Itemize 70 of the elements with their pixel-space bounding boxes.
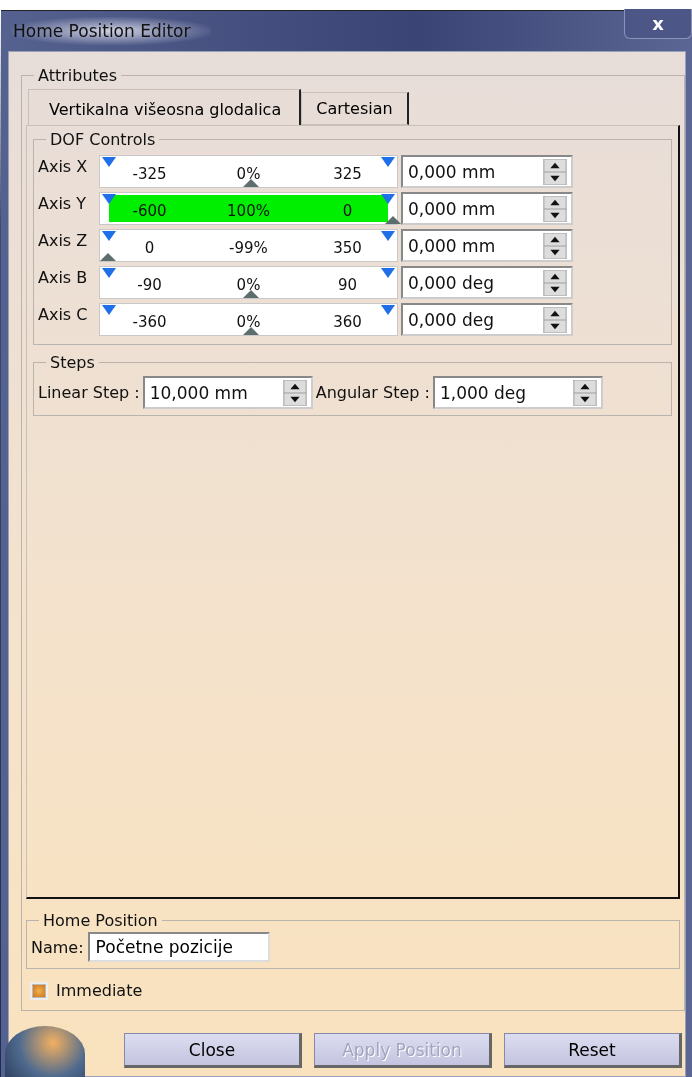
percent-value: 0% bbox=[235, 313, 262, 331]
group-title: Steps bbox=[49, 353, 96, 372]
max-marker-icon bbox=[381, 268, 395, 278]
tab[interactable]: Vertikalna višeosna glodalica bbox=[28, 89, 302, 125]
min-marker-icon bbox=[102, 231, 116, 241]
min-value: -600 bbox=[131, 202, 168, 220]
value-spinner[interactable]: 0,000 mm bbox=[401, 192, 573, 225]
min-marker-icon bbox=[102, 194, 116, 204]
tab[interactable]: Cartesian bbox=[301, 92, 409, 125]
percent-value: 100% bbox=[226, 202, 271, 220]
spin-arrows-icon[interactable] bbox=[282, 379, 307, 406]
slider-thumb-icon[interactable] bbox=[385, 216, 401, 224]
max-value: 90 bbox=[336, 276, 359, 294]
linear-step-spinner[interactable]: 10,000 mm bbox=[142, 376, 313, 409]
value-spinner[interactable]: 0,000 deg bbox=[401, 303, 573, 336]
min-value: -325 bbox=[131, 165, 168, 183]
linear-step-label: Linear Step : bbox=[38, 383, 140, 402]
max-marker-icon bbox=[381, 194, 395, 204]
max-marker-icon bbox=[381, 157, 395, 167]
spin-arrows-icon[interactable] bbox=[543, 195, 567, 222]
axis-slider[interactable]: 0 -99% 350 bbox=[99, 229, 398, 262]
percent-value: 0% bbox=[235, 276, 262, 294]
spin-arrows-icon[interactable] bbox=[543, 232, 567, 259]
min-value: -90 bbox=[136, 276, 163, 294]
max-value: 360 bbox=[332, 313, 363, 331]
axis-slider[interactable]: -600 100% 0 bbox=[99, 192, 398, 225]
min-value: -360 bbox=[131, 313, 168, 331]
axis-label: Axis B bbox=[38, 268, 89, 287]
min-marker-icon bbox=[102, 305, 116, 315]
spin-arrows-icon[interactable] bbox=[543, 269, 567, 296]
max-value: 0 bbox=[341, 202, 354, 220]
group-title: Home Position bbox=[42, 911, 159, 930]
axis-slider[interactable]: -90 0% 90 bbox=[99, 266, 398, 299]
max-value: 325 bbox=[332, 165, 363, 183]
axis-label: Axis Z bbox=[38, 231, 89, 250]
spin-arrows-icon[interactable] bbox=[572, 379, 597, 406]
angular-step-spinner[interactable]: 1,000 deg bbox=[432, 376, 603, 409]
dialog-button[interactable]: Reset bbox=[504, 1033, 682, 1068]
axis-slider[interactable]: -360 0% 360 bbox=[99, 303, 398, 336]
percent-value: -99% bbox=[228, 239, 269, 257]
dialog-button[interactable]: Close bbox=[124, 1033, 302, 1068]
min-marker-icon bbox=[102, 157, 116, 167]
percent-value: 0% bbox=[235, 165, 262, 183]
spin-arrows-icon[interactable] bbox=[543, 306, 567, 333]
immediate-checkbox[interactable] bbox=[30, 981, 48, 1000]
spin-arrows-icon[interactable] bbox=[543, 158, 567, 185]
min-marker-icon bbox=[102, 268, 116, 278]
slider-thumb-icon[interactable] bbox=[242, 290, 259, 298]
max-value: 350 bbox=[332, 239, 363, 257]
angular-step-label: Angular Step : bbox=[315, 383, 430, 402]
value-spinner[interactable]: 0,000 mm bbox=[401, 229, 573, 262]
min-value: 0 bbox=[143, 239, 156, 257]
slider-thumb-icon[interactable] bbox=[242, 179, 259, 187]
max-marker-icon bbox=[381, 231, 395, 241]
group-title: Attributes bbox=[37, 66, 118, 85]
slider-thumb-icon[interactable] bbox=[100, 253, 116, 261]
checkbox-label: Immediate bbox=[56, 981, 143, 1000]
group-title: DOF Controls bbox=[49, 130, 157, 149]
axis-label: Axis C bbox=[38, 305, 89, 324]
slider-thumb-icon[interactable] bbox=[242, 327, 259, 335]
window-title: Home Position Editor bbox=[11, 17, 211, 45]
value-spinner[interactable]: 0,000 deg bbox=[401, 266, 573, 299]
axis-slider[interactable]: -325 0% 325 bbox=[99, 155, 398, 188]
axis-label: Axis Y bbox=[38, 194, 88, 213]
max-marker-icon bbox=[381, 305, 395, 315]
name-field[interactable]: Početne pozicije bbox=[87, 932, 270, 962]
axis-label: Axis X bbox=[38, 157, 89, 176]
value-spinner[interactable]: 0,000 mm bbox=[401, 155, 573, 188]
window-x-button[interactable]: x bbox=[624, 9, 692, 39]
name-label: Name: bbox=[31, 937, 84, 957]
